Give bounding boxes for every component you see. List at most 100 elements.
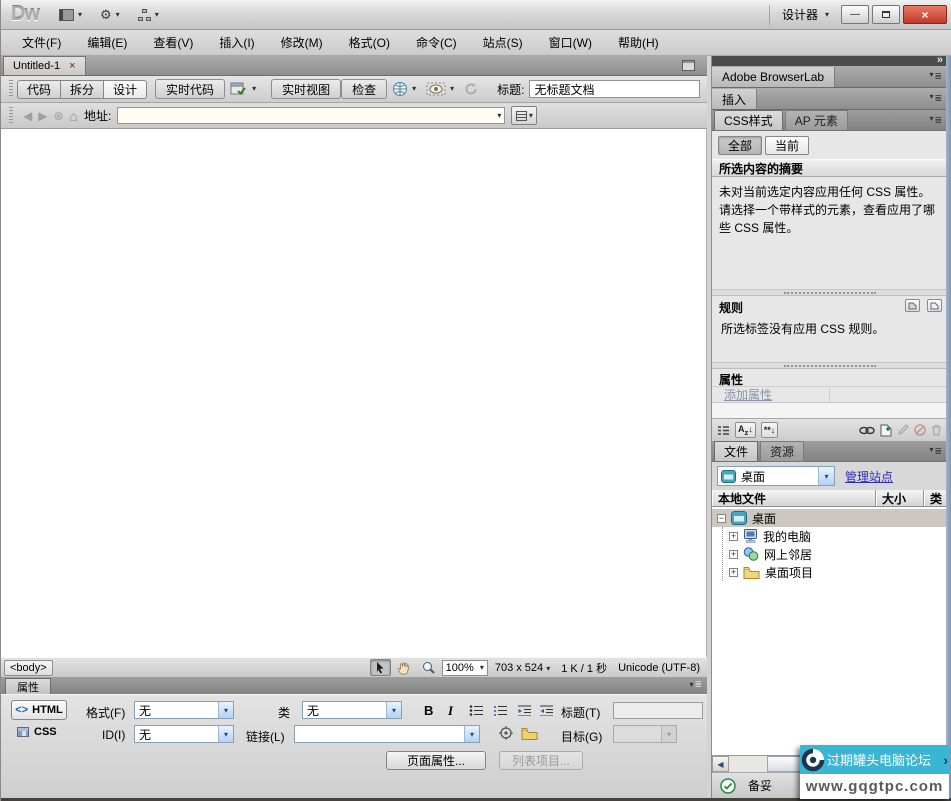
site-menu-button[interactable]: ▾ (138, 9, 159, 21)
tree-view-icon[interactable] (927, 299, 942, 312)
collapse-icon[interactable]: − (717, 514, 726, 523)
restore-button[interactable] (872, 5, 900, 24)
menu-view[interactable]: 查看(V) (140, 30, 206, 55)
live-code-button[interactable]: 实时代码 (155, 79, 225, 99)
view-options-button[interactable]: ▾ (511, 106, 537, 125)
panel-menu-icon[interactable]: ▾ ≣ (929, 93, 942, 104)
expand-icon[interactable]: + (729, 532, 738, 541)
point-to-file-button[interactable] (499, 726, 513, 743)
html-mode-button[interactable]: <> HTML (11, 700, 67, 720)
attach-stylesheet-button[interactable] (859, 426, 875, 435)
home-icon[interactable]: ⌂ (70, 108, 78, 124)
panel-browserlab-header[interactable]: Adobe BrowserLab ▾ ≣ (712, 66, 947, 88)
expand-icon[interactable]: + (729, 568, 738, 577)
indent-button[interactable] (539, 704, 554, 719)
zoom-level-select[interactable]: 100% ▾ (442, 660, 488, 676)
new-css-rule-button[interactable] (880, 424, 892, 437)
show-set-properties-button[interactable]: **↓ (761, 422, 779, 438)
menu-commands[interactable]: 命令(C) (403, 30, 470, 55)
log-status-icon[interactable] (720, 778, 736, 794)
css-all-button[interactable]: 全部 (718, 136, 762, 155)
menu-file[interactable]: 文件(F) (9, 30, 74, 55)
close-tab-icon[interactable]: × (69, 60, 75, 72)
format-select[interactable]: 无 ▾ (134, 701, 234, 719)
minimize-button[interactable]: — (841, 5, 869, 24)
tab-files[interactable]: 文件 (714, 441, 758, 461)
refresh-button[interactable] (459, 79, 483, 99)
id-select[interactable]: 无 ▾ (134, 725, 234, 743)
manage-sites-link[interactable]: 管理站点 (845, 468, 893, 485)
visual-aids-button[interactable]: ▾ (421, 79, 459, 99)
address-input[interactable]: ▾ (117, 107, 505, 124)
stop-icon[interactable]: ⊗ (53, 109, 63, 123)
hand-tool-button[interactable] (394, 659, 415, 676)
design-canvas[interactable] (1, 129, 707, 657)
insert-tab[interactable]: 插入 (712, 89, 757, 109)
panel-menu-icon[interactable]: ▾ ≣ (689, 679, 702, 690)
collapse-to-icons-button[interactable]: » (937, 54, 943, 66)
italic-button[interactable]: I (448, 703, 453, 719)
panel-menu-icon[interactable]: ▾ ≣ (929, 115, 942, 126)
menu-insert[interactable]: 插入(I) (206, 30, 267, 55)
menu-window[interactable]: 窗口(W) (536, 30, 605, 55)
tree-row-network[interactable]: + 网上邻居 (723, 545, 947, 563)
document-title-input[interactable] (529, 80, 700, 98)
tab-properties[interactable]: 属性 (5, 678, 51, 694)
code-view-button[interactable]: 代码 (17, 80, 60, 99)
menu-edit[interactable]: 编辑(E) (74, 30, 140, 55)
browse-file-button[interactable] (521, 727, 538, 743)
tab-ap-elements[interactable]: AP 元素 (785, 110, 848, 130)
forward-icon[interactable]: ▶ (38, 109, 47, 123)
column-type[interactable]: 类 (924, 490, 947, 506)
panel-menu-icon[interactable]: ▾ ≣ (929, 446, 942, 457)
css-mode-button[interactable]: CSS (17, 726, 57, 738)
cascade-view-icon[interactable] (905, 299, 920, 312)
menu-modify[interactable]: 修改(M) (268, 30, 336, 55)
expand-icon[interactable]: + (729, 550, 738, 559)
tab-css-styles[interactable]: CSS样式 (714, 110, 783, 130)
css-current-button[interactable]: 当前 (765, 136, 809, 155)
menu-site[interactable]: 站点(S) (470, 30, 536, 55)
check-browser-compat-button[interactable]: ▾ (225, 79, 261, 99)
panel-splitter[interactable] (712, 362, 947, 369)
layout-switcher-button[interactable]: ▾ (59, 9, 82, 21)
panel-menu-icon[interactable]: ▾ ≣ (929, 71, 942, 82)
tree-row-desktop-items[interactable]: + 桌面项目 (723, 563, 947, 581)
ordered-list-button[interactable] (493, 704, 508, 719)
live-view-button[interactable]: 实时视图 (271, 79, 341, 99)
tag-selector-body[interactable]: <body> (4, 660, 53, 676)
add-property-link[interactable]: 添加属性 (724, 386, 772, 403)
restore-document-icon[interactable] (682, 60, 695, 71)
show-category-view-button[interactable] (717, 425, 730, 436)
title-text-field[interactable] (613, 702, 703, 719)
back-icon[interactable]: ◀ (23, 109, 32, 123)
split-view-button[interactable]: 拆分 (60, 80, 103, 99)
tree-row-desktop[interactable]: − 桌面 (712, 509, 947, 527)
select-tool-button[interactable] (370, 659, 391, 676)
page-properties-button[interactable]: 页面属性... (386, 751, 486, 770)
window-size-select[interactable]: 703 x 524 ▾ (491, 662, 554, 674)
link-input[interactable]: ▾ (294, 725, 480, 743)
panel-insert-header[interactable]: 插入 ▾ ≣ (712, 88, 947, 110)
workspace-switcher[interactable]: 设计器 ▾ (769, 5, 841, 25)
preview-in-browser-button[interactable]: ▾ (387, 79, 421, 99)
unordered-list-button[interactable] (469, 704, 484, 719)
extend-dreamweaver-button[interactable]: ⚙ ▾ (100, 8, 120, 21)
tab-assets[interactable]: 资源 (760, 441, 804, 461)
outdent-button[interactable] (517, 704, 532, 719)
document-tab[interactable]: Untitled-1 × (3, 56, 86, 75)
zoom-tool-button[interactable] (418, 659, 439, 676)
scroll-left-icon[interactable]: ◀ (712, 756, 729, 772)
column-local-files[interactable]: 本地文件 (712, 490, 876, 506)
panel-splitter[interactable] (712, 289, 947, 296)
design-view-button[interactable]: 设计 (103, 80, 147, 99)
menu-help[interactable]: 帮助(H) (605, 30, 672, 55)
browserlab-tab[interactable]: Adobe BrowserLab (712, 67, 835, 87)
bold-button[interactable]: B (424, 703, 433, 718)
tree-row-my-computer[interactable]: + 我的电脑 (723, 527, 947, 545)
inspect-button[interactable]: 检查 (341, 79, 387, 99)
close-button[interactable]: × (903, 5, 947, 24)
column-size[interactable]: 大小 (876, 490, 924, 506)
class-select[interactable]: 无 ▾ (302, 701, 402, 719)
sort-az-button[interactable]: Az↓ (735, 422, 756, 438)
